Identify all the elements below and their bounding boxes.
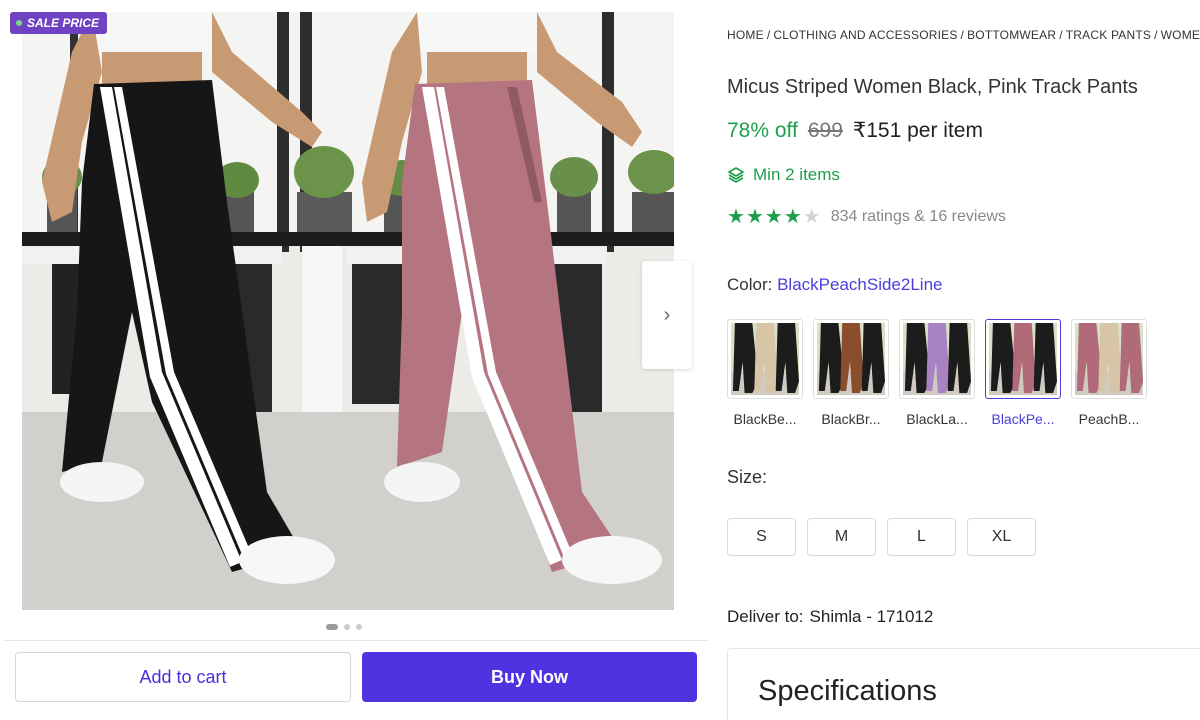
delivery-row: Deliver to: Shimla - 171012 [727, 607, 933, 627]
star-icon: ★ [764, 206, 783, 228]
rating-row: ★ ★ ★ ★ ★ 834 ratings & 16 reviews [727, 207, 1006, 227]
star-icon: ★ [745, 206, 764, 228]
breadcrumb-item[interactable]: TRACK PANTS [1066, 28, 1151, 42]
swatch-label: BlackBe... [733, 411, 797, 427]
pagination-dot[interactable] [326, 624, 338, 630]
min-items-label: Min 2 items [753, 165, 840, 184]
delivery-location[interactable]: Shimla - 171012 [810, 607, 934, 626]
selected-color: BlackPeachSide2Line [777, 275, 943, 294]
swatch-thumbnail [899, 319, 975, 399]
price-row: 78% off 699 ₹151 per item [727, 118, 983, 143]
layers-icon [728, 167, 744, 183]
color-swatch[interactable]: BlackBr... [813, 319, 889, 427]
product-details: HOME / CLOTHING AND ACCESSORIES / BOTTOMWEAR… [727, 0, 1200, 720]
color-label: Color: BlackPeachSide2Line [727, 275, 943, 295]
sale-price: ₹151 per item [852, 119, 983, 142]
next-image-button[interactable]: › [642, 261, 692, 369]
ratings-count[interactable]: 834 ratings & 16 reviews [831, 208, 1006, 226]
size-option[interactable]: XL [967, 518, 1036, 556]
breadcrumb-item[interactable]: HOME [727, 28, 764, 42]
add-to-cart-button[interactable]: Add to cart [15, 652, 351, 702]
breadcrumb-item[interactable]: WOMEN [1161, 28, 1200, 42]
swatch-thumbnail [985, 319, 1061, 399]
discount-label: 78% off [727, 119, 798, 142]
breadcrumb: HOME / CLOTHING AND ACCESSORIES / BOTTOMWEAR… [727, 28, 1200, 42]
color-label-text: Color: [727, 275, 773, 294]
pagination-dot[interactable] [344, 624, 350, 630]
size-label: Size: [727, 467, 768, 487]
sale-dot-icon [16, 20, 22, 26]
star-icon: ★ [802, 206, 821, 228]
color-swatch[interactable]: BlackLa... [899, 319, 975, 427]
color-swatch[interactable]: BlackBe... [727, 319, 803, 427]
color-swatches: BlackBe... BlackBr... BlackLa... BlackPe...… [727, 319, 1147, 427]
swatch-thumbnail [1071, 319, 1147, 399]
product-title: Micus Striped Women Black, Pink Track Pa… [727, 76, 1138, 98]
gallery-pagination [326, 624, 362, 630]
swatch-label: BlackBr... [821, 411, 881, 427]
delivery-label: Deliver to: [727, 607, 804, 626]
color-swatch[interactable]: PeachB... [1071, 319, 1147, 427]
swatch-thumbnail [727, 319, 803, 399]
size-option[interactable]: S [727, 518, 796, 556]
swatch-label: PeachB... [1078, 411, 1140, 427]
sale-badge: SALE PRICE [10, 12, 108, 34]
size-options: S M L XL [727, 518, 1036, 556]
chevron-right-icon: › [663, 303, 671, 326]
breadcrumb-item[interactable]: BOTTOMWEAR [967, 28, 1056, 42]
specifications-title: Specifications [758, 675, 937, 707]
breadcrumb-item[interactable]: CLOTHING AND ACCESSORIES [773, 28, 957, 42]
swatch-label: BlackLa... [906, 411, 968, 427]
color-swatch[interactable]: BlackPe... [985, 319, 1061, 427]
min-items-badge: Min 2 items [727, 165, 840, 185]
original-price: 699 [807, 119, 843, 142]
pagination-dot[interactable] [356, 624, 362, 630]
action-bar: Add to cart Buy Now [4, 640, 708, 718]
swatch-label: BlackPe... [991, 411, 1055, 427]
image-gallery: SALE PRICE › Add to cart Buy Now [0, 0, 710, 720]
swatch-thumbnail [813, 319, 889, 399]
rating-stars: ★ ★ ★ ★ ★ [727, 207, 821, 227]
buy-now-button[interactable]: Buy Now [362, 652, 697, 702]
size-option[interactable]: L [887, 518, 956, 556]
specifications-card: Specifications [727, 648, 1200, 720]
star-icon: ★ [783, 206, 802, 228]
size-option[interactable]: M [807, 518, 876, 556]
sale-badge-label: SALE PRICE [27, 16, 100, 30]
star-icon: ★ [727, 206, 745, 228]
product-image[interactable] [22, 12, 674, 610]
